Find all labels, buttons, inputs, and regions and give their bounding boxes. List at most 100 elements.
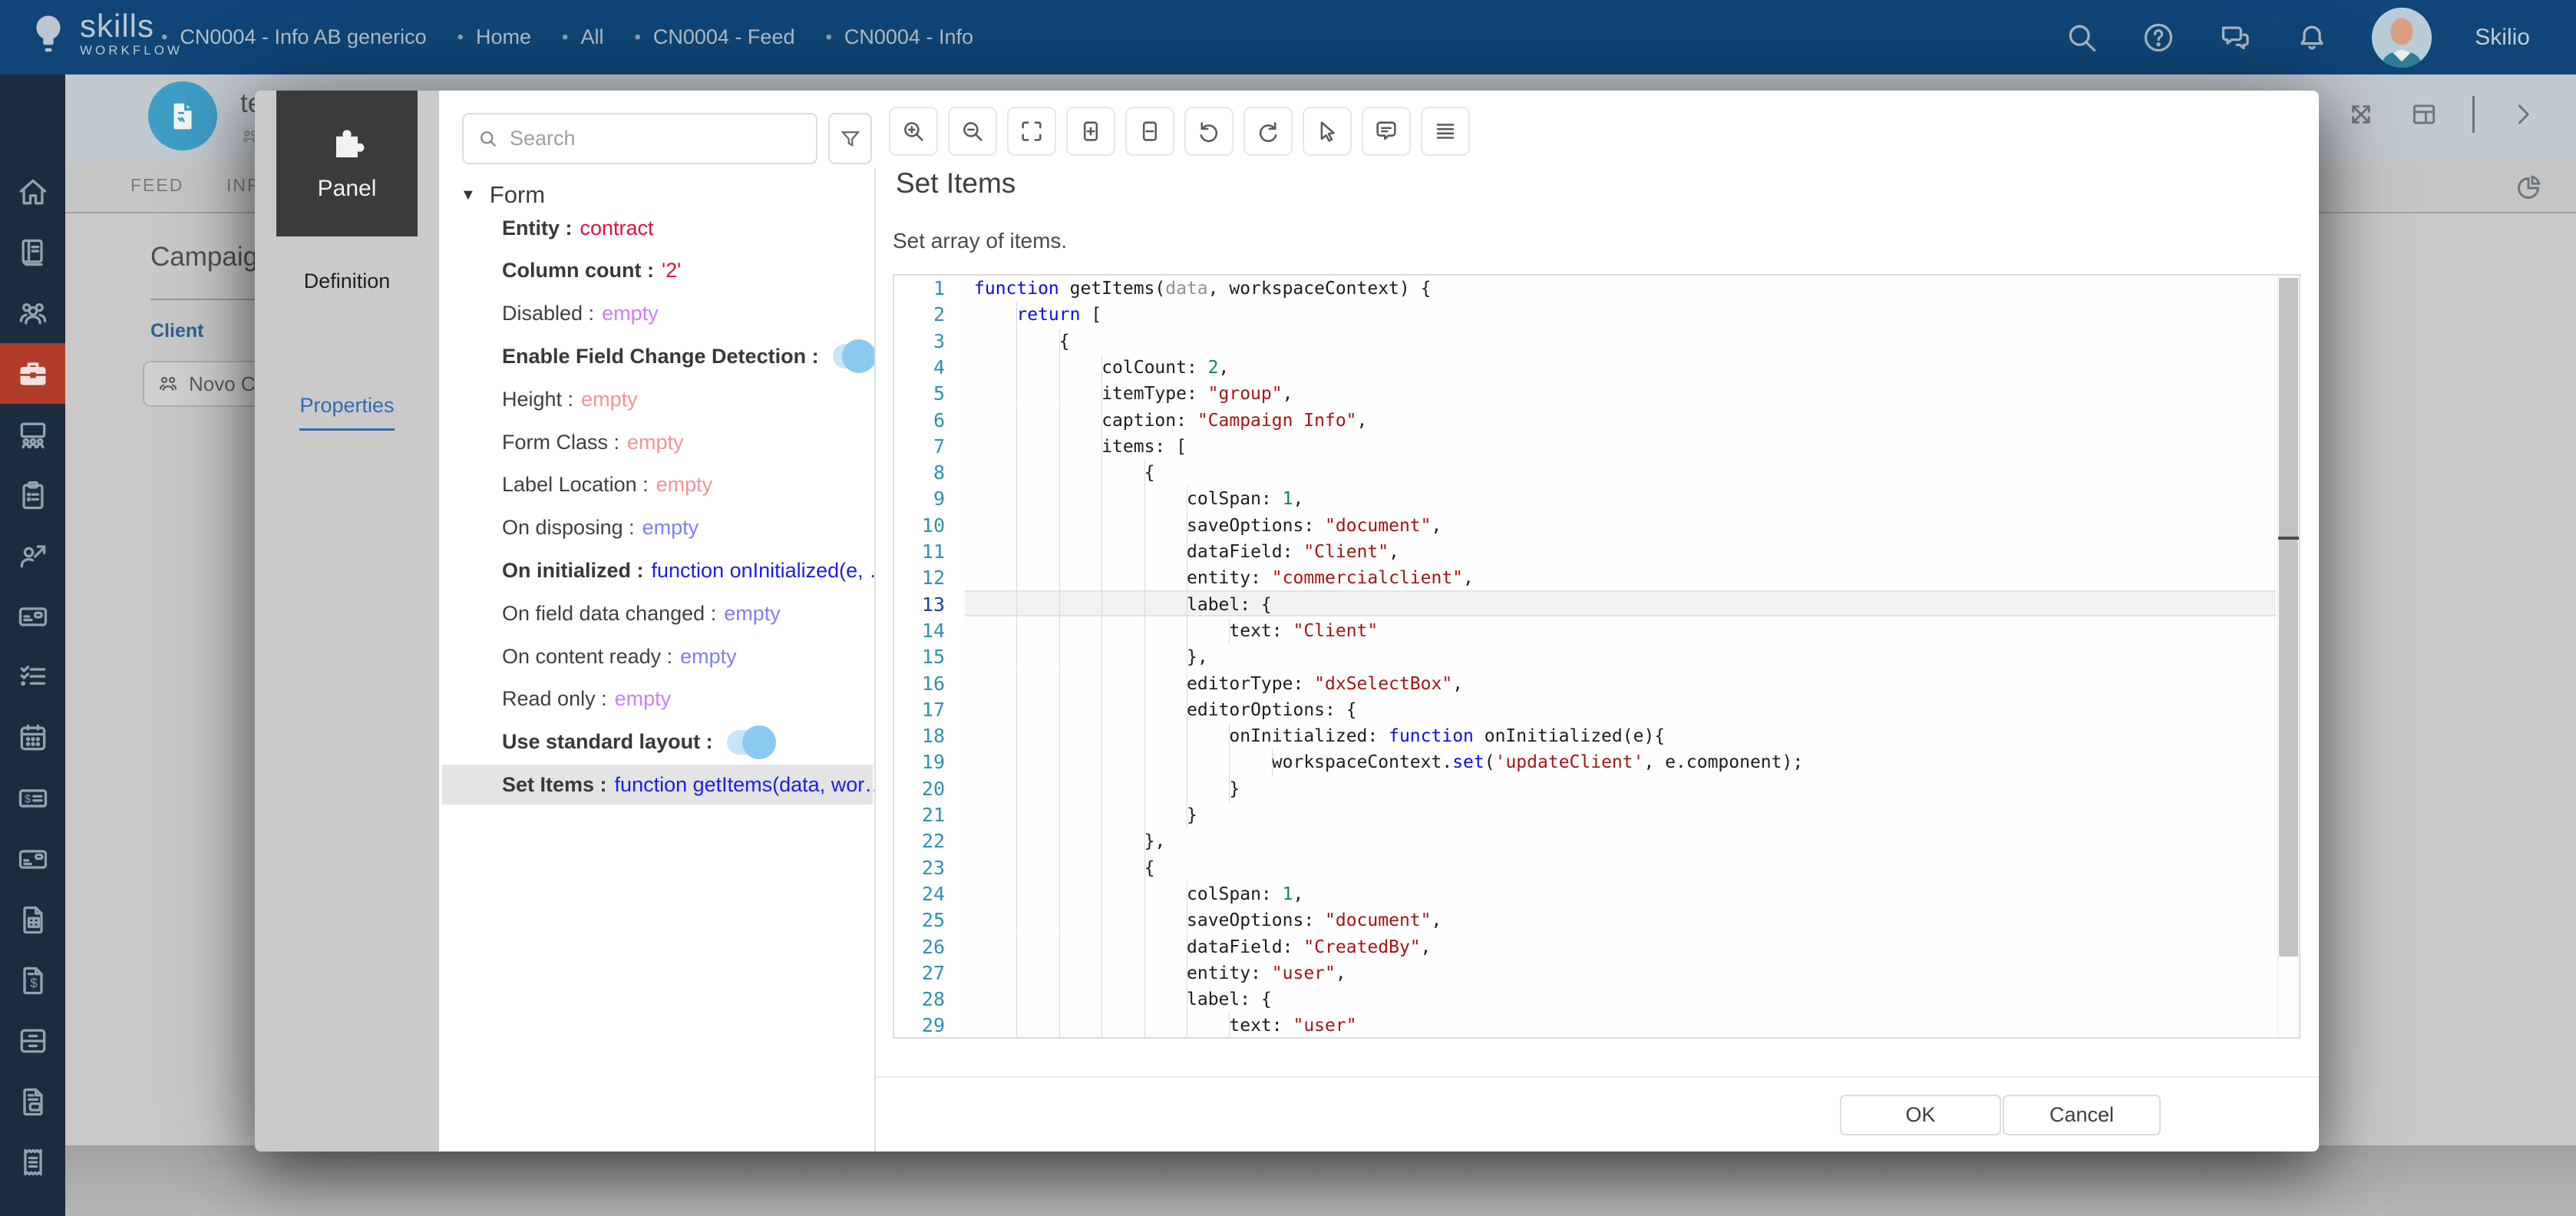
sidebar-item-home[interactable] bbox=[0, 161, 65, 222]
remove-block-button[interactable] bbox=[1125, 107, 1174, 156]
form-group-header[interactable]: ▼ Form bbox=[461, 181, 545, 209]
pointer-button[interactable] bbox=[1303, 107, 1352, 156]
sidebar-item-money-check[interactable]: $ bbox=[0, 768, 65, 828]
line-number: 22 bbox=[899, 828, 945, 854]
sidebar-item-archive[interactable] bbox=[0, 1010, 65, 1071]
menu-button[interactable] bbox=[1421, 107, 1470, 156]
sidebar-item-mail-card[interactable] bbox=[0, 586, 65, 646]
sidebar-item-document-card[interactable] bbox=[0, 1071, 65, 1132]
indent-guide bbox=[1229, 776, 1230, 802]
search-icon bbox=[477, 128, 499, 150]
sidebar-item-share-user[interactable] bbox=[0, 525, 65, 586]
property-row-disabled[interactable]: Disabled :empty bbox=[442, 294, 873, 334]
search-icon[interactable] bbox=[2065, 21, 2099, 55]
ok-button[interactable]: OK bbox=[1840, 1095, 2001, 1135]
expand-icon[interactable] bbox=[2346, 100, 2376, 129]
sidebar-item-budget[interactable]: $ bbox=[0, 950, 65, 1010]
tab-feed[interactable]: FEED bbox=[130, 175, 183, 196]
indent-guide bbox=[1101, 723, 1102, 749]
sidebar-item-briefcase[interactable] bbox=[0, 343, 65, 404]
property-row-on-content-ready[interactable]: On content ready :empty bbox=[442, 636, 873, 676]
filter-button[interactable] bbox=[828, 113, 872, 164]
property-row-height[interactable]: Height :empty bbox=[442, 379, 873, 419]
panel-block[interactable]: Panel bbox=[276, 91, 418, 236]
fit-screen-icon bbox=[1019, 118, 1045, 144]
indent-guide bbox=[1101, 960, 1102, 986]
code-editor[interactable]: 1234567891011121314151617181920212223242… bbox=[893, 274, 2300, 1039]
property-label: Set Items : bbox=[502, 773, 607, 797]
indent-guide bbox=[1144, 960, 1145, 986]
indent-guide bbox=[1101, 434, 1102, 460]
cancel-button[interactable]: Cancel bbox=[2003, 1095, 2161, 1135]
property-row-use-standard-layout[interactable]: Use standard layout : bbox=[442, 722, 873, 762]
code-line: entity: "commercialclient", bbox=[965, 565, 2276, 591]
breadcrumb-item[interactable]: •Home bbox=[457, 25, 531, 49]
property-row-set-items[interactable]: Set Items :function getItems(data, wor… bbox=[442, 765, 873, 805]
property-label: Column count : bbox=[502, 259, 654, 283]
property-row-form-class[interactable]: Form Class :empty bbox=[442, 422, 873, 462]
indent-guide bbox=[1059, 618, 1060, 644]
sidebar-item-clipboard[interactable] bbox=[0, 464, 65, 525]
sidebar-item-library[interactable] bbox=[0, 222, 65, 283]
indent-guide bbox=[1059, 513, 1060, 539]
indent-guide bbox=[1101, 749, 1102, 775]
toggle-switch-on[interactable] bbox=[833, 344, 873, 368]
properties-list[interactable]: Entity :contractColumn count :'2'Disable… bbox=[439, 207, 876, 1152]
zoom-out-button[interactable] bbox=[948, 107, 997, 156]
pie-chart-icon[interactable] bbox=[2513, 173, 2544, 203]
breadcrumb-item[interactable]: •CN0004 - Feed bbox=[634, 25, 794, 49]
property-row-on-initialized[interactable]: On initialized :function onInitialized(e… bbox=[442, 550, 873, 590]
home-icon bbox=[16, 175, 50, 209]
property-row-enable-field-change-detection[interactable]: Enable Field Change Detection : bbox=[442, 336, 873, 376]
scrollbar-thumb[interactable] bbox=[2279, 278, 2298, 957]
redo-button[interactable] bbox=[1243, 107, 1293, 156]
user-name[interactable]: Skilio bbox=[2475, 25, 2530, 51]
avatar[interactable] bbox=[2372, 8, 2432, 68]
search-input[interactable]: Search bbox=[462, 113, 817, 164]
code-line: }, bbox=[965, 644, 2276, 670]
indent-guide bbox=[1101, 671, 1102, 697]
sidebar-item-invoice[interactable] bbox=[0, 889, 65, 950]
indent-guide bbox=[1016, 1013, 1017, 1039]
property-row-label-location[interactable]: Label Location :empty bbox=[442, 465, 873, 505]
layout-icon[interactable] bbox=[2409, 100, 2439, 129]
modal-left-rail: Panel Definition Properties bbox=[255, 91, 439, 1152]
add-block-button[interactable] bbox=[1066, 107, 1115, 156]
chevron-right-icon[interactable] bbox=[2508, 100, 2538, 129]
nav-definition[interactable]: Definition bbox=[255, 269, 439, 293]
sidebar-item-meeting[interactable] bbox=[0, 404, 65, 464]
undo-button[interactable] bbox=[1184, 107, 1234, 156]
fit-screen-button[interactable] bbox=[1007, 107, 1056, 156]
breadcrumb-item[interactable]: •CN0004 - Info bbox=[825, 25, 973, 49]
app-logo[interactable]: skills WORKFLOW bbox=[28, 11, 183, 58]
sidebar-item-tasks[interactable] bbox=[0, 646, 65, 707]
bell-icon[interactable] bbox=[2295, 21, 2329, 55]
zoom-in-button[interactable] bbox=[889, 107, 938, 156]
sidebar: $$ bbox=[0, 74, 65, 1216]
editor-scrollbar[interactable] bbox=[2277, 276, 2299, 1037]
line-number: 10 bbox=[899, 513, 945, 539]
property-row-column-count[interactable]: Column count :'2' bbox=[442, 251, 873, 291]
property-row-entity[interactable]: Entity :contract bbox=[442, 208, 873, 248]
help-icon[interactable] bbox=[2142, 21, 2175, 55]
sidebar-item-team[interactable] bbox=[0, 283, 65, 343]
indent-guide bbox=[1229, 749, 1230, 775]
indent-guide bbox=[1144, 460, 1145, 486]
sidebar-item-calendar[interactable] bbox=[0, 707, 65, 768]
breadcrumb-item[interactable]: •CN0004 - Info AB generico bbox=[161, 25, 427, 49]
indent-guide bbox=[1229, 723, 1230, 749]
line-number: 21 bbox=[899, 802, 945, 828]
property-value: contract bbox=[580, 216, 654, 240]
toggle-switch-on[interactable] bbox=[727, 730, 773, 755]
comment-button[interactable] bbox=[1362, 107, 1411, 156]
property-row-on-field-data-changed[interactable]: On field data changed :empty bbox=[442, 593, 873, 633]
indent-guide bbox=[1016, 986, 1017, 1013]
line-number: 7 bbox=[899, 434, 945, 460]
nav-properties[interactable]: Properties bbox=[255, 394, 439, 431]
sidebar-item-credit-card[interactable] bbox=[0, 828, 65, 889]
sidebar-item-receipt[interactable] bbox=[0, 1132, 65, 1192]
property-row-on-disposing[interactable]: On disposing :empty bbox=[442, 508, 873, 548]
breadcrumb-item[interactable]: •All bbox=[562, 25, 603, 49]
property-row-read-only[interactable]: Read only :empty bbox=[442, 679, 873, 719]
chat-icon[interactable] bbox=[2218, 21, 2252, 55]
